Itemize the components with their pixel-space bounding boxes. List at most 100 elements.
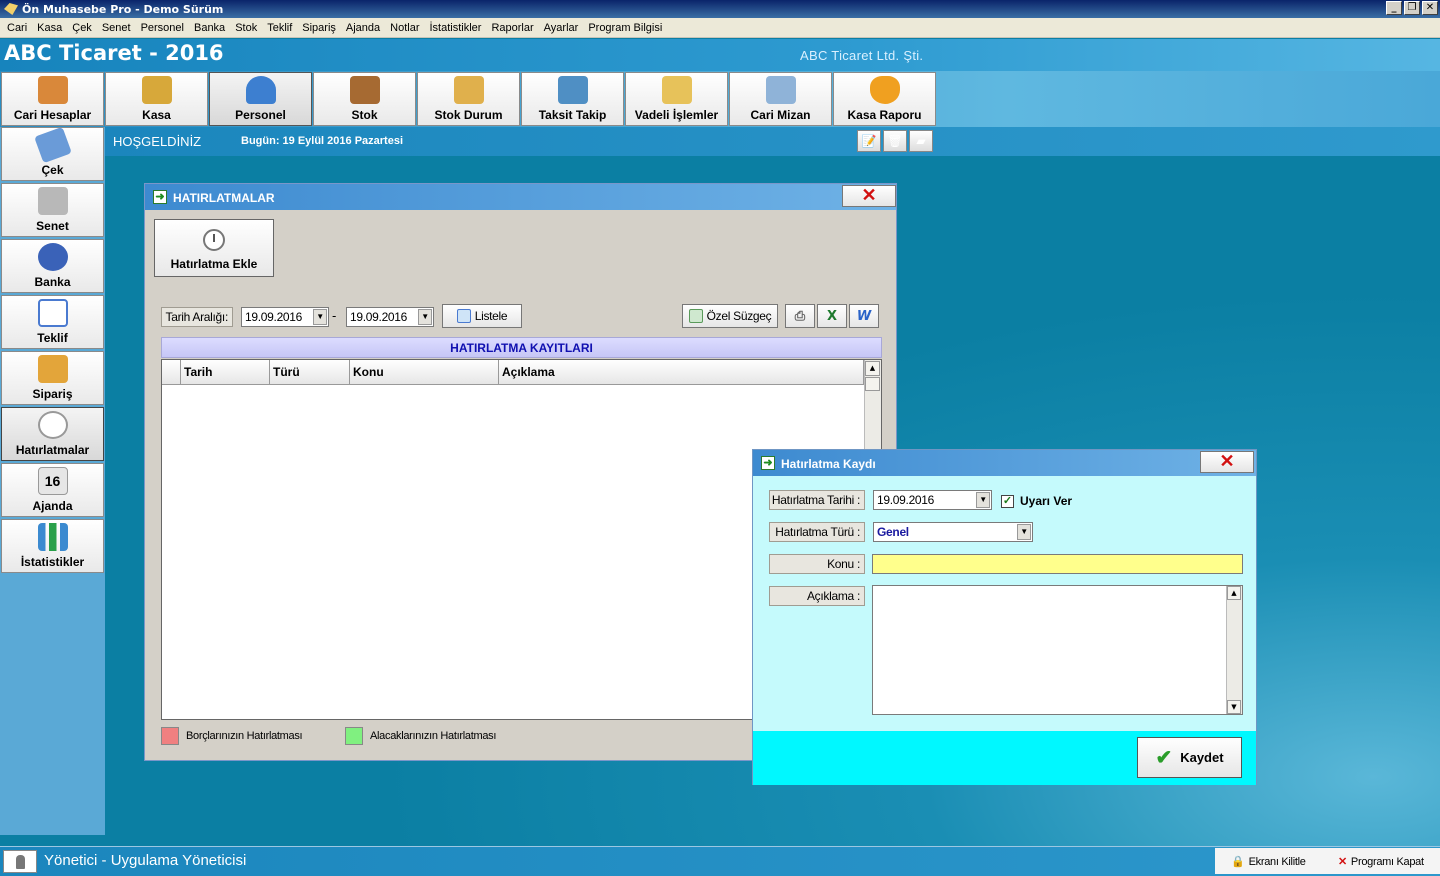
- column-header-tarih[interactable]: Tarih: [181, 360, 270, 385]
- reminder-date-picker[interactable]: 19.09.2016 ▼: [873, 490, 992, 510]
- date-to-picker[interactable]: 19.09.2016 ▼: [346, 307, 434, 327]
- notes-icon[interactable]: 📝: [857, 130, 881, 152]
- minimize-button[interactable]: _: [1386, 1, 1402, 15]
- export-excel-button[interactable]: X: [817, 304, 847, 328]
- menu-item-siparis[interactable]: Sipariş: [297, 22, 341, 34]
- arrow-right-icon: ➜: [153, 190, 167, 204]
- reminder-record-dialog: ➜ Hatırlatma Kaydı ✕ Hatırlatma Tarihi :…: [752, 449, 1257, 785]
- description-scrollbar[interactable]: ▲ ▼: [1226, 586, 1242, 714]
- column-header-turu[interactable]: Türü: [270, 360, 350, 385]
- alarm-clock-icon: [37, 411, 68, 439]
- sidebar-item-senet[interactable]: Senet: [1, 183, 104, 237]
- toolbar-cari-mizan-button[interactable]: Cari Mizan: [729, 72, 832, 126]
- scroll-thumb[interactable]: [865, 377, 880, 391]
- menu-item-cari[interactable]: Cari: [2, 22, 32, 34]
- balance-chart-icon: [765, 76, 796, 104]
- sidebar-item-ajanda[interactable]: 16 Ajanda: [1, 463, 104, 517]
- menu-item-kasa[interactable]: Kasa: [32, 22, 67, 34]
- print-button[interactable]: ⎙: [785, 304, 815, 328]
- sidebar-item-siparis[interactable]: Sipariş: [1, 351, 104, 405]
- restore-button[interactable]: ❐: [1404, 1, 1420, 15]
- menu-item-banka[interactable]: Banka: [189, 22, 230, 34]
- close-window-button[interactable]: ✕: [1422, 1, 1438, 15]
- printer-icon: ⎙: [794, 308, 806, 324]
- menu-bar: Cari Kasa Çek Senet Personel Banka Stok …: [0, 18, 1440, 38]
- scroll-up-icon[interactable]: ▲: [865, 361, 880, 376]
- legend-receivables: Alacaklarınızın Hatırlatması: [345, 727, 496, 745]
- toolbar-vadeli-islemler-button[interactable]: Vadeli İşlemler: [625, 72, 728, 126]
- cheque-icon: [33, 126, 72, 164]
- bar-chart-icon: [37, 523, 68, 551]
- toolbar-kasa-raporu-button[interactable]: Kasa Raporu: [833, 72, 936, 126]
- save-button[interactable]: ✔ Kaydet: [1137, 737, 1242, 778]
- toolbar-personel-button[interactable]: Personel: [209, 72, 312, 126]
- window-controls: _ ❐ ✕: [1386, 1, 1438, 15]
- close-icon: ✕: [1338, 855, 1347, 868]
- menu-item-program-bilgisi[interactable]: Program Bilgisi: [583, 22, 667, 34]
- sidebar-item-hatirlatmalar[interactable]: Hatırlatmalar: [1, 407, 104, 461]
- date-range-label: Tarih Aralığı:: [161, 307, 233, 327]
- menu-item-teklif[interactable]: Teklif: [262, 22, 297, 34]
- warn-checkbox[interactable]: ✓ Uyarı Ver: [1001, 494, 1072, 508]
- add-reminder-button[interactable]: Hatırlatma Ekle: [154, 219, 274, 277]
- calendar-page-icon: 16: [37, 467, 68, 495]
- trash-icon[interactable]: 🗑: [883, 130, 907, 152]
- status-actions: 🔒 Ekranı Kilitle ✕ Programı Kapat: [1215, 848, 1440, 874]
- checkmark-icon[interactable]: ✓: [1001, 494, 1014, 508]
- menu-item-istatistikler[interactable]: İstatistikler: [425, 22, 487, 34]
- column-header-konu[interactable]: Konu: [350, 360, 499, 385]
- main-toolbar: Cari Hesaplar Kasa Personel Stok Stok Du…: [0, 71, 1440, 127]
- reminders-close-button[interactable]: ✕: [842, 185, 896, 207]
- toolbar-cari-hesaplar-button[interactable]: Cari Hesaplar: [1, 72, 104, 126]
- record-close-button[interactable]: ✕: [1200, 451, 1254, 473]
- scroll-down-icon[interactable]: ▼: [1227, 700, 1241, 714]
- toolbar-stok-durum-button[interactable]: Stok Durum: [417, 72, 520, 126]
- subject-input[interactable]: [872, 554, 1243, 574]
- excel-icon: X: [826, 308, 838, 324]
- export-word-button[interactable]: W: [849, 304, 879, 328]
- legend-swatch-receivables: [345, 727, 363, 745]
- sidebar-item-istatistikler[interactable]: İstatistikler: [1, 519, 104, 573]
- sidebar-item-banka[interactable]: Banka: [1, 239, 104, 293]
- menu-item-personel[interactable]: Personel: [136, 22, 189, 34]
- lock-screen-button[interactable]: 🔒 Ekranı Kilitle: [1231, 855, 1306, 868]
- sidebar: Çek Senet Banka Teklif Sipariş Hatırlatm…: [0, 126, 105, 835]
- column-header-aciklama[interactable]: Açıklama: [499, 360, 864, 385]
- custom-filter-button[interactable]: Özel Süzgeç: [682, 304, 778, 328]
- alarm-clock-icon: [203, 229, 225, 251]
- chevron-down-icon[interactable]: ▼: [976, 492, 990, 508]
- toolbar-kasa-button[interactable]: Kasa: [105, 72, 208, 126]
- description-textarea[interactable]: ▲ ▼: [872, 585, 1243, 715]
- chevron-down-icon[interactable]: ▼: [418, 309, 432, 325]
- menu-item-stok[interactable]: Stok: [230, 22, 262, 34]
- search-icon: [456, 309, 471, 323]
- reminder-type-select[interactable]: Genel ▼: [873, 522, 1033, 542]
- reminders-window-title-bar: ➜ HATIRLATMALAR ✕: [145, 184, 896, 210]
- row-selector-header: [162, 360, 181, 385]
- menu-item-notlar[interactable]: Notlar: [385, 22, 424, 34]
- menu-item-ajanda[interactable]: Ajanda: [341, 22, 385, 34]
- sidebar-item-teklif[interactable]: Teklif: [1, 295, 104, 349]
- menu-item-cek[interactable]: Çek: [67, 22, 97, 34]
- header-banner: ABC Ticaret - 2016 ABC Ticaret Ltd. Şti.: [0, 39, 1440, 72]
- date-from-picker[interactable]: 19.09.2016 ▼: [241, 307, 329, 327]
- reminder-type-label: Hatırlatma Türü :: [769, 522, 865, 542]
- chevron-down-icon[interactable]: ▼: [1017, 524, 1031, 540]
- word-icon: W: [856, 308, 872, 324]
- order-icon: [37, 355, 68, 383]
- eraser-icon[interactable]: ▰: [909, 130, 933, 152]
- sidebar-item-cek[interactable]: Çek: [1, 126, 104, 181]
- menu-item-senet[interactable]: Senet: [97, 22, 136, 34]
- list-button[interactable]: Listele: [442, 304, 522, 328]
- toolbar-taksit-takip-button[interactable]: Taksit Takip: [521, 72, 624, 126]
- range-separator: -: [332, 309, 337, 323]
- subject-label: Konu :: [769, 554, 865, 574]
- close-program-button[interactable]: ✕ Programı Kapat: [1338, 855, 1424, 868]
- scroll-up-icon[interactable]: ▲: [1227, 586, 1241, 600]
- coins-icon: [141, 76, 172, 104]
- menu-item-raporlar[interactable]: Raporlar: [486, 22, 538, 34]
- menu-item-ayarlar[interactable]: Ayarlar: [539, 22, 584, 34]
- chevron-down-icon[interactable]: ▼: [313, 309, 327, 325]
- welcome-bar: HOŞGELDİNİZ Bugün: 19 Eylül 2016 Pazarte…: [105, 127, 1440, 156]
- toolbar-stok-button[interactable]: Stok: [313, 72, 416, 126]
